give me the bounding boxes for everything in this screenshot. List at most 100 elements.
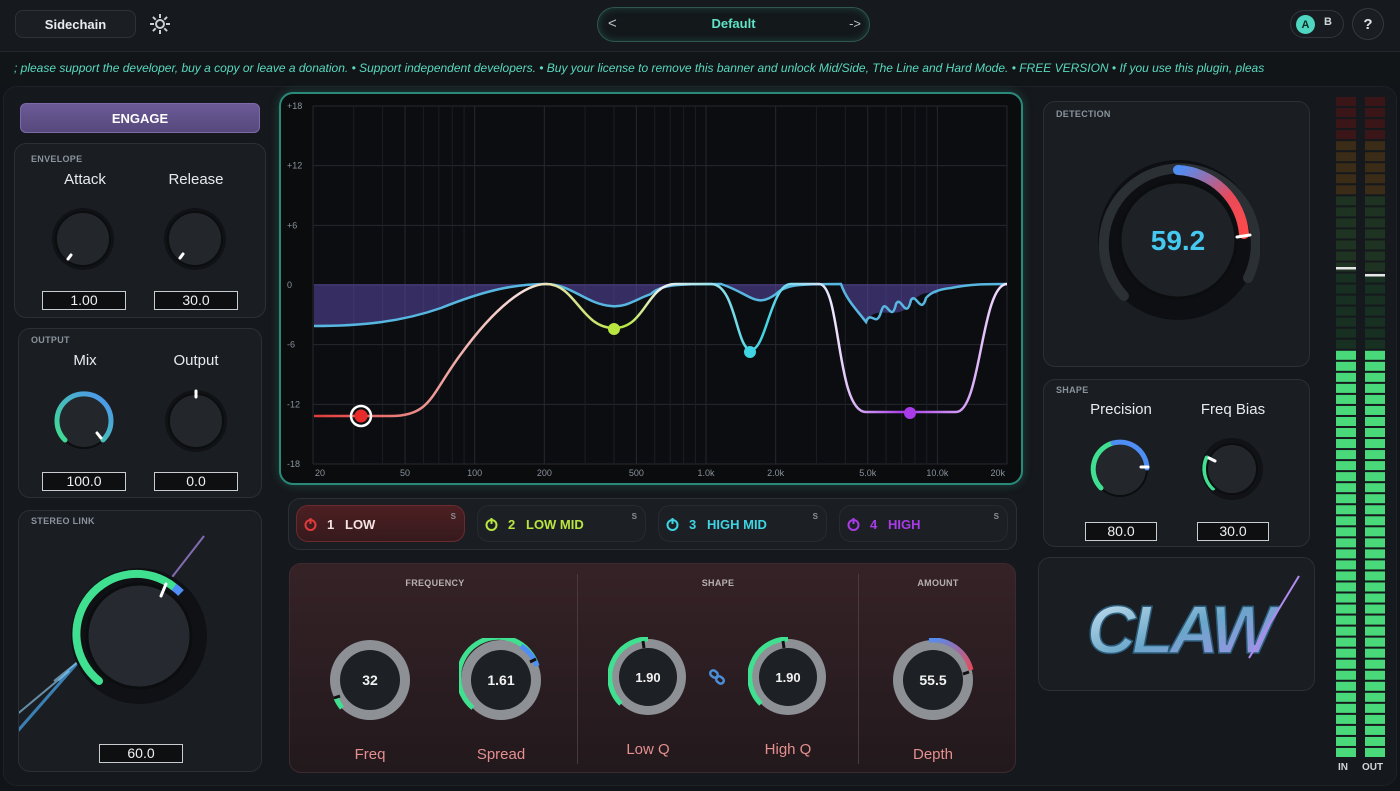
band-4-solo-button[interactable]: S <box>994 512 999 521</box>
meter-segment <box>1365 207 1385 217</box>
meter-segment <box>1365 350 1385 360</box>
x-axis-label: 20k <box>990 468 1005 478</box>
sidechain-button[interactable]: Sidechain <box>15 10 136 38</box>
meter-segment <box>1365 582 1385 592</box>
band-3-solo-button[interactable]: S <box>813 512 818 521</box>
detection-panel: DETECTION 59.2 <box>1043 101 1310 367</box>
band-1-node[interactable] <box>354 409 368 423</box>
attack-value[interactable]: 1.00 <box>42 291 126 310</box>
stereo-link-title: STEREO LINK <box>31 516 95 526</box>
eq-graph[interactable]: +18 +12 +6 0 -6 -12 -18 20 50 100 200 500 1.0k 2.0k 5… <box>281 94 1021 483</box>
meter-segment <box>1336 439 1356 449</box>
meter-segment <box>1365 405 1385 415</box>
meter-segment <box>1365 736 1385 746</box>
meter-segment <box>1365 461 1385 471</box>
attack-label: Attack <box>64 171 106 188</box>
band-tab-low[interactable]: 1 LOW S <box>296 505 465 542</box>
help-button[interactable]: ? <box>1352 8 1384 40</box>
meter-segment <box>1336 361 1356 371</box>
meter-segment <box>1336 416 1356 426</box>
meter-segment <box>1365 152 1385 162</box>
band-1-power-icon[interactable] <box>303 517 318 532</box>
envelope-panel: ENVELOPE Attack Release 1.00 30.0 <box>14 143 266 318</box>
meter-segment <box>1365 560 1385 570</box>
meter-segment <box>1365 97 1385 107</box>
stereo-link-knob[interactable] <box>69 566 209 706</box>
meter-segment <box>1336 218 1356 228</box>
band-4-label: HIGH <box>888 517 921 532</box>
meter-segment <box>1365 549 1385 559</box>
band-2-solo-button[interactable]: S <box>632 512 637 521</box>
output-knob[interactable] <box>163 388 229 454</box>
band-3-power-icon[interactable] <box>665 517 680 532</box>
freq-bias-label: Freq Bias <box>1200 401 1266 418</box>
preset-next-button[interactable]: -> <box>849 16 861 31</box>
spread-label: Spread <box>476 746 526 763</box>
band-tab-high[interactable]: 4 HIGH S <box>839 505 1008 542</box>
output-value[interactable]: 0.0 <box>154 472 238 491</box>
band-tab-low-mid[interactable]: 2 LOW MID S <box>477 505 646 542</box>
gear-icon[interactable] <box>148 12 172 36</box>
freq-knob-value: 32 <box>362 672 378 688</box>
meter-segment <box>1365 494 1385 504</box>
y-axis-label: +18 <box>287 101 302 111</box>
freq-bias-knob[interactable] <box>1199 436 1265 502</box>
precision-knob[interactable] <box>1087 436 1153 502</box>
band-4-node[interactable] <box>904 407 916 419</box>
y-axis-label: -6 <box>287 340 295 350</box>
output-panel: OUTPUT Mix Output 100.0 0.0 <box>18 328 262 498</box>
attack-knob[interactable] <box>51 207 115 271</box>
band-1-solo-button[interactable]: S <box>451 512 456 521</box>
band-2-power-icon[interactable] <box>484 517 499 532</box>
meter-segment <box>1365 119 1385 129</box>
meter-segment <box>1365 450 1385 460</box>
meter-segment <box>1336 350 1356 360</box>
band-2-number: 2 <box>508 517 516 532</box>
shape-panel: SHAPE Precision Freq Bias 80.0 30.0 <box>1043 379 1310 547</box>
freq-bias-value[interactable]: 30.0 <box>1197 522 1269 541</box>
meter-segment <box>1336 549 1356 559</box>
stereo-link-value[interactable]: 60.0 <box>99 744 183 763</box>
meter-segment <box>1336 306 1356 316</box>
preset-selector[interactable]: < Default -> <box>597 7 870 42</box>
meter-segment <box>1336 571 1356 581</box>
meter-segment <box>1365 703 1385 713</box>
ab-toggle[interactable]: A B <box>1290 10 1344 38</box>
frequency-title: FREQUENCY <box>405 578 465 588</box>
meter-segment <box>1336 428 1356 438</box>
low-q-knob-value: 1.90 <box>635 670 661 685</box>
y-axis-label: +12 <box>287 161 302 171</box>
release-knob[interactable] <box>163 207 227 271</box>
meter-segment <box>1336 615 1356 625</box>
meter-segment <box>1336 372 1356 382</box>
preset-name[interactable]: Default <box>598 16 869 31</box>
release-value[interactable]: 30.0 <box>154 291 238 310</box>
ab-b-button[interactable]: B <box>1324 16 1332 28</box>
band-tab-high-mid[interactable]: 3 HIGH MID S <box>658 505 827 542</box>
meter-segment <box>1365 174 1385 184</box>
meter-segment <box>1336 736 1356 746</box>
engage-button[interactable]: ENGAGE <box>20 103 260 133</box>
precision-value[interactable]: 80.0 <box>1085 522 1157 541</box>
mix-value[interactable]: 100.0 <box>42 472 126 491</box>
band-3-node[interactable] <box>744 346 756 358</box>
link-icon[interactable] <box>708 668 726 686</box>
ab-a-button[interactable]: A <box>1296 15 1315 34</box>
shape-title: SHAPE <box>701 578 735 588</box>
envelope-title: ENVELOPE <box>31 154 83 164</box>
logo-panel: CLAW <box>1038 557 1315 691</box>
meter-segment <box>1365 505 1385 515</box>
meter-segment <box>1336 251 1356 261</box>
band-4-power-icon[interactable] <box>846 517 861 532</box>
meter-segment <box>1336 273 1356 283</box>
divider <box>858 574 859 764</box>
y-axis-label: +6 <box>287 220 297 230</box>
band-2-node[interactable] <box>608 323 620 335</box>
mix-knob[interactable] <box>51 388 117 454</box>
claw-logo: CLAW <box>1086 575 1300 669</box>
meter-segment <box>1365 130 1385 140</box>
meter-segment <box>1336 185 1356 195</box>
meter-segment <box>1365 163 1385 173</box>
meter-segment <box>1365 472 1385 482</box>
band-1-label: LOW <box>345 517 376 532</box>
